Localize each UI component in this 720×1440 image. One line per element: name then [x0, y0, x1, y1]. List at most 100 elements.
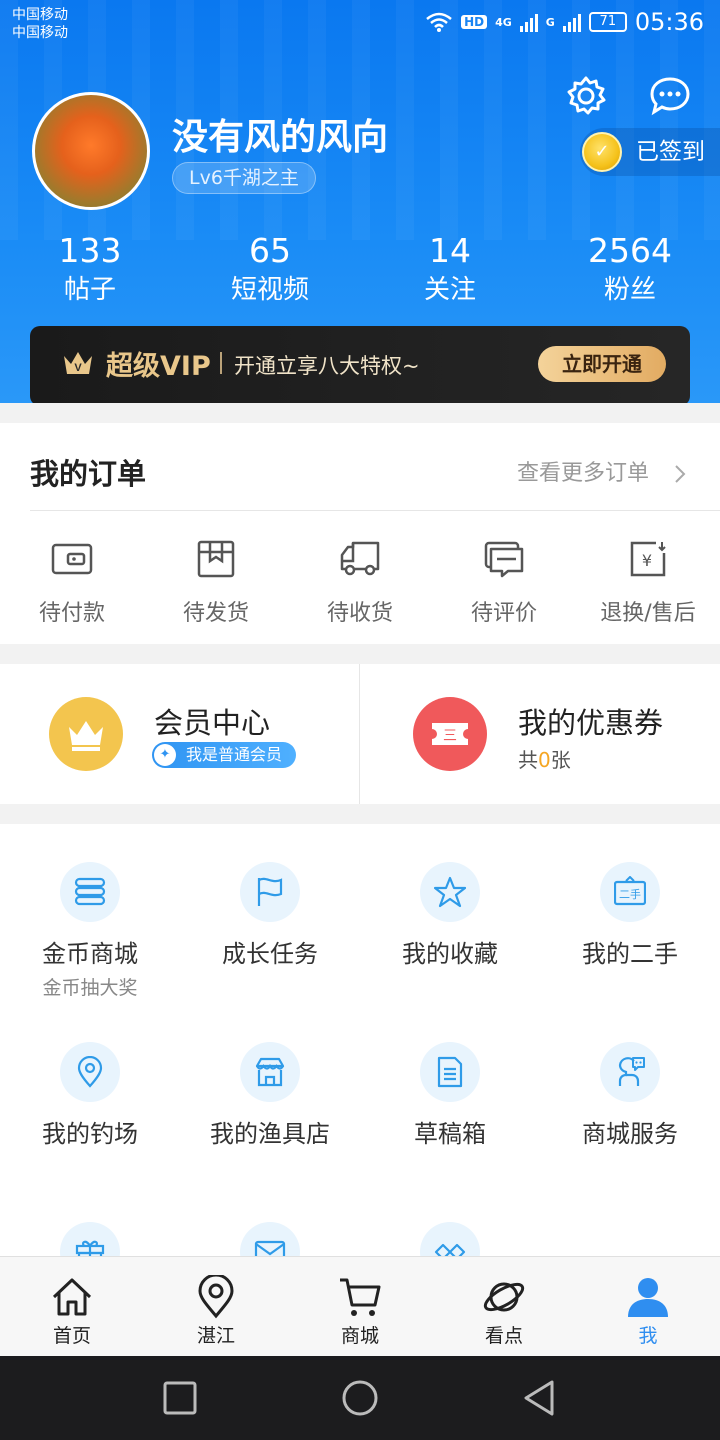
tab-mall[interactable]: 商城: [288, 1275, 432, 1348]
orders-title: 我的订单: [30, 457, 147, 491]
carrier-info: 中国移动 中国移动: [12, 6, 68, 42]
order-label: 待收货: [326, 601, 393, 626]
tab-home[interactable]: 首页: [0, 1275, 144, 1348]
vip-banner[interactable]: V 超级VIP 开通立享八大特权~ 立即开通: [30, 326, 690, 403]
carrier-2: 中国移动: [12, 25, 68, 41]
order-pending-review[interactable]: 待评价: [432, 539, 576, 627]
member-center-title: 会员中心: [154, 706, 271, 740]
stat-label: 短视频: [230, 275, 309, 305]
tab-me[interactable]: 我: [576, 1275, 720, 1348]
count-value: 0: [538, 748, 551, 772]
service-mall-service[interactable]: 商城服务: [540, 1042, 720, 1149]
secondhand-icon: 二手: [600, 862, 660, 922]
stat-posts[interactable]: 133 帖子: [0, 230, 180, 308]
location-pin-icon: [60, 1042, 120, 1102]
back-button[interactable]: [520, 1378, 560, 1418]
secondhand-icon-text: 二手: [619, 887, 641, 901]
orders-card: 我的订单 查看更多订单 待付款 待发货 待收货 待评价 ¥ 退换/售后: [0, 423, 720, 644]
service-label: 我的收藏: [402, 940, 498, 968]
wifi-icon: [426, 12, 452, 32]
vip-crown-icon: V: [64, 352, 92, 374]
svg-text:V: V: [74, 362, 82, 374]
home-button[interactable]: [340, 1378, 380, 1418]
member-level-badge: ✦ 我是普通会员: [152, 742, 297, 768]
tab-label: 首页: [52, 1325, 91, 1347]
system-nav-bar: [0, 1356, 720, 1440]
service-favorites[interactable]: 我的收藏: [360, 862, 540, 969]
order-label: 待付款: [38, 601, 105, 626]
order-pending-receipt[interactable]: 待收货: [288, 539, 432, 627]
vip-divider: [220, 352, 222, 374]
service-label: 我的渔具店: [210, 1120, 330, 1148]
service-coin-mall[interactable]: 金币商城 金币抽大奖: [0, 862, 180, 1000]
tab-city[interactable]: 湛江: [144, 1275, 288, 1348]
count-prefix: 共: [518, 748, 538, 772]
stat-following[interactable]: 14 关注: [360, 230, 540, 308]
stat-label: 粉丝: [603, 275, 656, 305]
services-grid: 金币商城 金币抽大奖 成长任务 我的收藏 二手 我的二手 我的钓场 我的渔具店 …: [0, 824, 720, 1282]
stat-value: 14: [429, 231, 471, 270]
bottom-tab-bar: 首页 湛江 商城 看点 我: [0, 1256, 720, 1356]
tab-label: 商城: [340, 1325, 379, 1347]
service-my-fishing-spots[interactable]: 我的钓场: [0, 1042, 180, 1149]
badge-star-icon: ✦: [154, 744, 176, 766]
truck-icon: [340, 541, 380, 576]
battery-icon: 71: [588, 12, 627, 32]
coupon-icon-text: 三: [443, 728, 457, 744]
service-secondhand[interactable]: 二手 我的二手: [540, 862, 720, 969]
username[interactable]: 没有风的风向: [172, 108, 388, 160]
home-icon: [52, 1278, 92, 1316]
order-refund-aftersale[interactable]: ¥ 退换/售后: [576, 539, 720, 627]
person-icon: [628, 1278, 668, 1317]
order-label: 待评价: [470, 601, 537, 626]
member-center-button[interactable]: 会员中心 ✦ 我是普通会员: [0, 664, 359, 804]
service-label: 金币商城: [42, 940, 138, 968]
signed-label: 已签到: [636, 139, 705, 165]
service-sublabel: 金币抽大奖: [42, 977, 138, 999]
hd-badge: HD: [461, 15, 488, 29]
stat-value: 65: [249, 231, 291, 270]
vip-subtitle: 开通立享八大特权~: [234, 354, 420, 378]
message-icon[interactable]: [648, 74, 692, 118]
crown-icon: [49, 697, 123, 771]
service-growth-tasks[interactable]: 成长任务: [180, 862, 360, 969]
vip-open-button[interactable]: 立即开通: [538, 346, 666, 382]
stat-fans[interactable]: 2564 粉丝: [540, 230, 720, 308]
tab-label: 我: [638, 1325, 658, 1347]
chevron-right-icon: [675, 465, 686, 483]
view-more-orders-link[interactable]: 查看更多订单: [517, 455, 690, 487]
tab-label: 湛江: [196, 1325, 235, 1347]
coupons-title: 我的优惠券: [518, 706, 664, 740]
gear-icon[interactable]: [564, 74, 608, 118]
member-badge-text: 我是普通会员: [186, 745, 283, 764]
divider: [30, 510, 720, 511]
vip-title: 超级VIP: [106, 351, 211, 382]
service-my-tackle-shop[interactable]: 我的渔具店: [180, 1042, 360, 1149]
svg-text:¥: ¥: [642, 551, 652, 570]
star-icon: [420, 862, 480, 922]
shop-icon: [240, 1042, 300, 1102]
order-pending-payment[interactable]: 待付款: [0, 539, 144, 627]
order-label: 退换/售后: [600, 601, 696, 626]
clock: 05:36: [634, 8, 704, 36]
planet-icon: [483, 1282, 525, 1312]
order-pending-shipment[interactable]: 待发货: [144, 539, 288, 627]
coin-icon: ✓: [582, 132, 622, 172]
customer-service-icon: [600, 1042, 660, 1102]
profile-header: 中国移动 中国移动 HD 4G G 71 05:36 没有风的风向 Lv6千湖之…: [0, 0, 720, 403]
avatar[interactable]: [32, 92, 150, 210]
stat-label: 关注: [423, 275, 476, 305]
service-label: 我的钓场: [42, 1120, 138, 1148]
service-label: 成长任务: [222, 940, 318, 968]
signal-icon-1: [519, 12, 538, 32]
flag-icon: [240, 862, 300, 922]
recents-button[interactable]: [160, 1378, 200, 1418]
my-coupons-button[interactable]: 三 我的优惠券 共0张: [360, 664, 720, 804]
stat-videos[interactable]: 65 短视频: [180, 230, 360, 308]
member-coupon-card: 会员中心 ✦ 我是普通会员 三 我的优惠券 共0张: [0, 664, 720, 804]
level-badge[interactable]: Lv6千湖之主: [172, 162, 316, 194]
document-icon: [420, 1042, 480, 1102]
service-drafts[interactable]: 草稿箱: [360, 1042, 540, 1149]
coins-icon: [60, 862, 120, 922]
tab-highlights[interactable]: 看点: [432, 1275, 576, 1348]
